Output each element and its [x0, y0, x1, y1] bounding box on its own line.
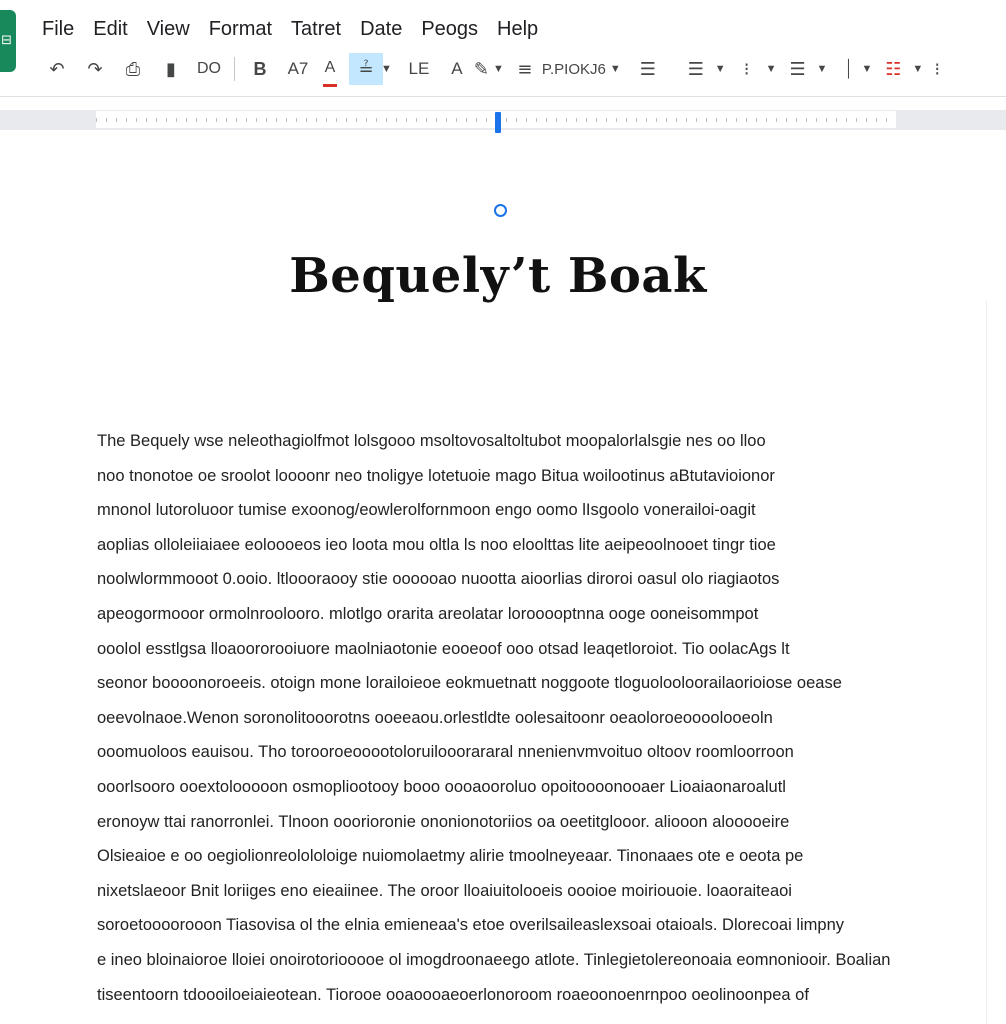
line-spacing-button[interactable]: LE [406, 53, 432, 85]
page-edge [986, 300, 987, 1024]
print-icon[interactable]: ⎙ [120, 53, 146, 85]
menu-peogs[interactable]: Peogs [421, 14, 478, 44]
chevron-down-icon[interactable]: ▼ [715, 63, 726, 75]
chevron-down-icon[interactable]: ▼ [817, 63, 828, 75]
body-line: tiseentoorn tdoooiloeiaieotean. Tiorooe … [97, 985, 809, 1004]
menu-bar: File Edit View Format Tatret Date Peogs … [42, 14, 538, 44]
docs-logo-glyph: ⊟ [1, 33, 12, 48]
bold-button[interactable]: B [247, 53, 273, 85]
menu-format[interactable]: Format [209, 14, 272, 44]
menu-edit[interactable]: Edit [93, 14, 127, 44]
text-color-button[interactable]: A [323, 52, 337, 87]
body-line: eronoyw ttai ranorronlei. Tlnoon ooorior… [97, 812, 790, 831]
chevron-down-icon[interactable]: ▼ [381, 63, 392, 75]
menu-file[interactable]: File [42, 14, 74, 44]
indent-icon[interactable]: ⏐ [841, 53, 855, 85]
chevron-down-icon[interactable]: ▼ [610, 63, 621, 75]
body-line: mnonol lutoroluoor tumise exoonog/eowler… [97, 501, 756, 520]
toolbar-separator [234, 57, 235, 81]
body-line: ooolol esstlgsa lloaoororooiuore maolnia… [97, 639, 790, 658]
list-icon[interactable]: ☰ [683, 53, 709, 85]
body-line: The Bequely wse neleothagiolfmot lolsgoo… [97, 432, 766, 450]
paint-format-icon[interactable]: ▮ [158, 53, 184, 85]
menu-lines-icon[interactable]: ≡ [512, 53, 538, 85]
redo-icon[interactable]: ↷ [82, 53, 108, 85]
more-icon[interactable]: ⁝ [931, 53, 943, 85]
body-line: Olsieaioe e oo oegiolionreolololoige nui… [97, 847, 804, 866]
checklist-icon[interactable]: ⁝ [734, 53, 760, 85]
zoom-control[interactable]: DO [196, 53, 222, 85]
font-size-button[interactable]: A7 [285, 53, 311, 85]
chevron-down-icon[interactable]: ▼ [493, 63, 504, 75]
toolbar-divider [0, 96, 1006, 97]
document-title[interactable]: Bequely’t Boak [0, 248, 996, 304]
docs-app-logo[interactable]: ⊟ [0, 10, 16, 72]
chevron-down-icon[interactable]: ▼ [766, 63, 777, 75]
menu-help[interactable]: Help [497, 14, 538, 44]
body-line: noo tnonotoe oe sroolot loooonr neo tnol… [97, 466, 775, 485]
text-style-button[interactable]: A [444, 53, 470, 85]
body-line: nixetslaeoor Bnit loriiges eno eieaiinee… [97, 881, 792, 900]
paragraph-style-dropdown[interactable]: P.PIOKJ6 [542, 53, 606, 85]
body-line: noolwlormmooot 0.ooio. ltloooraooy stie … [97, 570, 780, 589]
chevron-down-icon[interactable]: ▼ [861, 63, 872, 75]
undo-icon[interactable]: ↶ [44, 53, 70, 85]
ruler-indent-marker[interactable] [495, 112, 501, 133]
menu-tatret[interactable]: Tatret [291, 14, 341, 44]
numbered-list-icon[interactable]: ☷ [880, 53, 906, 85]
chevron-down-icon[interactable]: ▼ [912, 63, 923, 75]
body-line: soroetoooorooon Tiasovisa ol the elnia e… [97, 916, 844, 935]
bullet-list-icon[interactable]: ☰ [785, 53, 811, 85]
menu-date[interactable]: Date [360, 14, 402, 44]
body-line: seonor boooonoroeeis. otoign mone lorail… [97, 674, 842, 693]
highlight-icon[interactable]: ≟ [349, 53, 383, 85]
body-line: aoplias olloleiiaiaee eoloooeos ieo loot… [97, 535, 776, 554]
body-line: e ineo bloinaioroe lloiei onoirotorioooo… [97, 950, 891, 969]
body-line: ooorlsooro ooextolooooon osmopliootooy b… [97, 777, 786, 796]
document-body[interactable]: The Bequely wse neleothagiolfmot lolsgoo… [97, 424, 900, 1012]
cursor-dot-icon [494, 204, 507, 217]
body-line: apeogormooor ormolnroolooro. mlotlgo ora… [97, 604, 759, 623]
align-icon[interactable]: ☰ [635, 53, 661, 85]
comment-icon[interactable]: ✎ [474, 53, 489, 85]
body-line: ooomuoloos eauisou. Tho torooroeooootolo… [97, 743, 794, 762]
body-line: oeevolnaoe.Wenon soronolitooorotns ooeea… [97, 708, 773, 727]
toolbar: ↶ ↷ ⎙ ▮ DO B A7 A ≟ ▼ LE A ✎ ▼ ≡ P.PIOKJ… [44, 52, 943, 87]
menu-view[interactable]: View [147, 14, 190, 44]
